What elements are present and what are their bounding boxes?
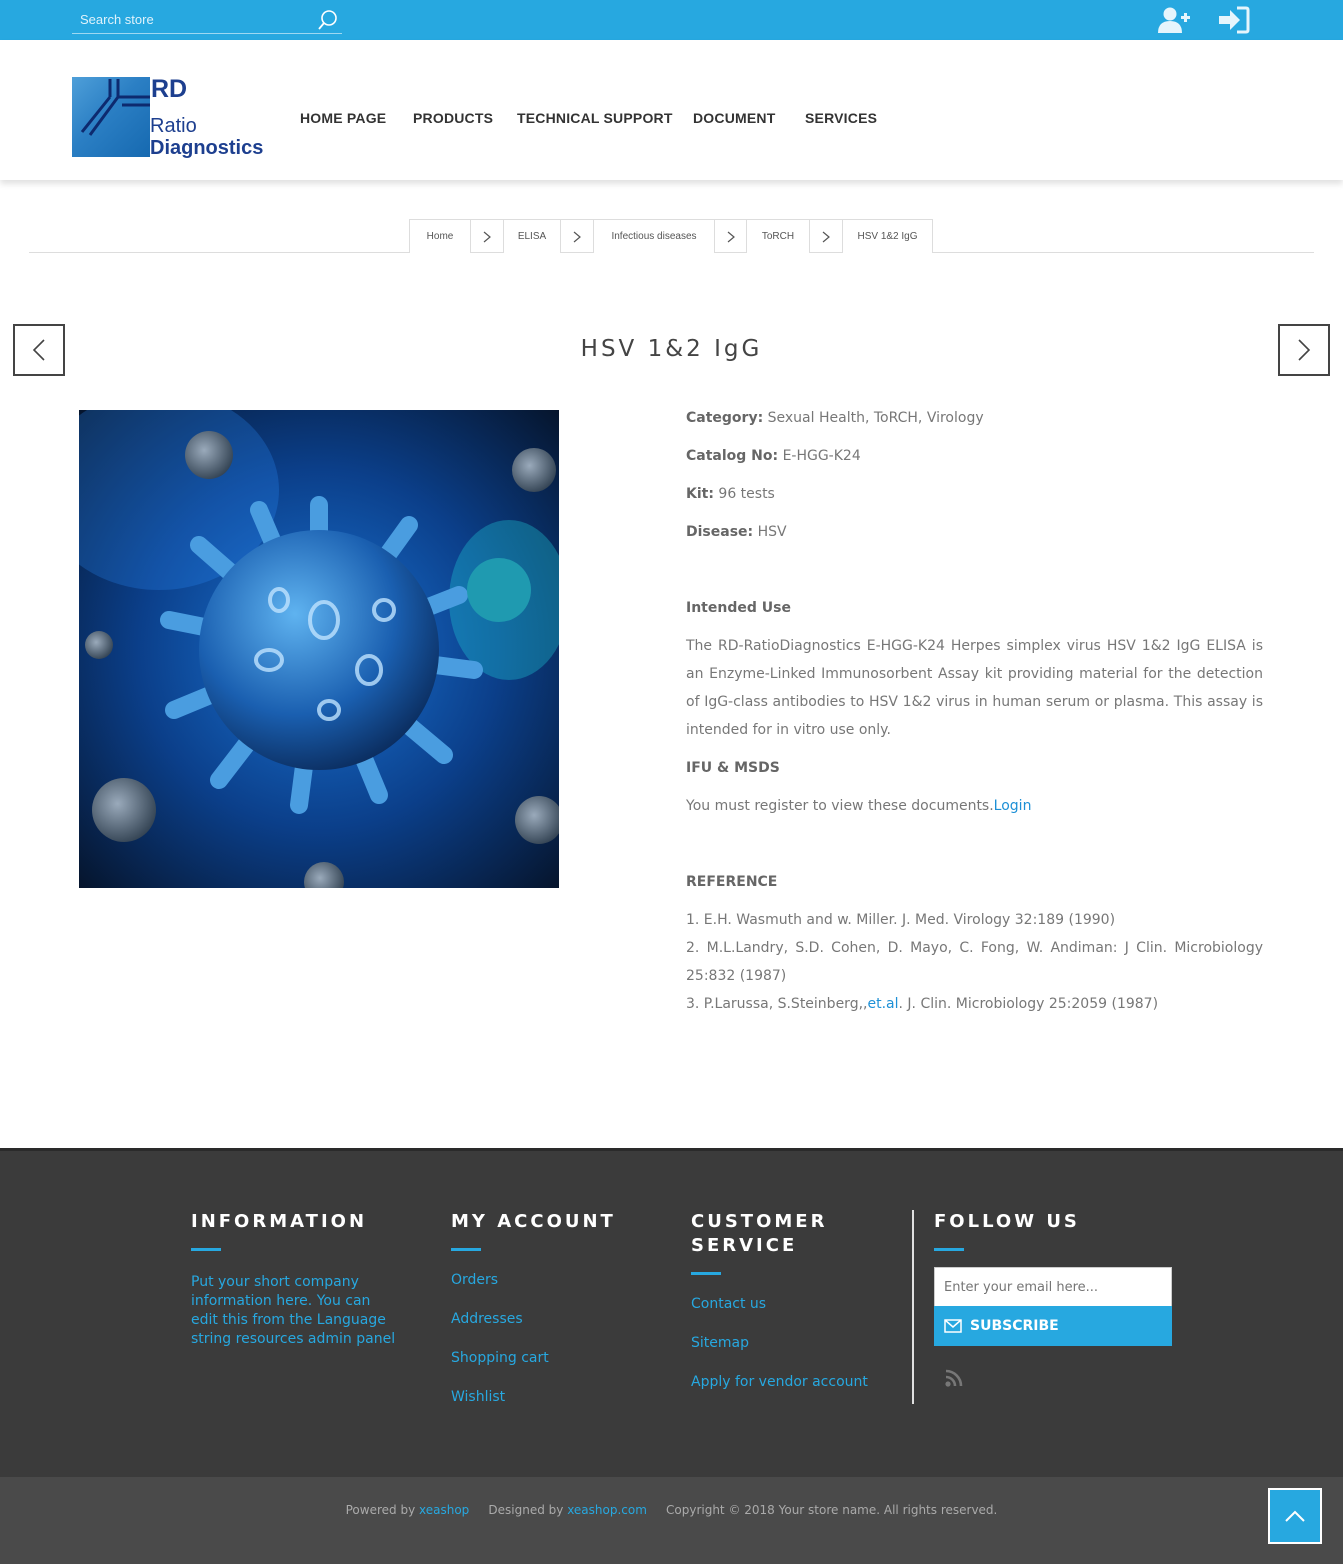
breadcrumb-torch[interactable]: ToRCH [746, 219, 810, 253]
kit-label: Kit: [686, 486, 714, 502]
newsletter-email-input[interactable] [935, 1268, 1171, 1306]
nav-document[interactable]: DOCUMENT [693, 110, 775, 126]
reference-1: 1. E.H. Wasmuth and w. Miller. J. Med. V… [686, 912, 1116, 928]
chevron-up-icon [1285, 1510, 1305, 1522]
link-apply-vendor[interactable]: Apply for vendor account [691, 1374, 891, 1413]
disease-row: Disease: HSV [686, 524, 787, 540]
search-icon[interactable] [316, 8, 340, 32]
footer-information: INFORMATION Put your short company infor… [191, 1210, 401, 1349]
footer-customer-service: CUSTOMER SERVICE Contact us Sitemap Appl… [691, 1210, 891, 1413]
reference-3-text-end: . J. Clin. Microbiology 25:2059 (1987) [898, 996, 1159, 1012]
search-box [72, 6, 342, 34]
nav-technical-support[interactable]: TECHNICAL SUPPORT [517, 110, 673, 126]
designed-by-link[interactable]: xeashop.com [567, 1503, 647, 1517]
heading-underline [191, 1248, 221, 1251]
reference-3-text: 3. P.Larussa, S.Steinberg,, [686, 996, 868, 1012]
reference-heading: REFERENCE [686, 874, 778, 890]
footer-divider [912, 1210, 914, 1404]
breadcrumb-home[interactable]: Home [409, 219, 471, 253]
ifu-msds-heading: IFU & MSDS [686, 760, 780, 776]
product-image[interactable] [79, 410, 559, 888]
powered-by-text: Powered by [345, 1503, 416, 1517]
nav-home-page[interactable]: HOME PAGE [300, 110, 386, 126]
back-to-top-button[interactable] [1268, 1488, 1322, 1544]
category-label: Category: [686, 410, 764, 426]
footer-heading-my-account: MY ACCOUNT [451, 1211, 616, 1232]
footer-heading-follow-us: FOLLOW US [934, 1211, 1080, 1232]
chevron-right-icon [810, 219, 842, 253]
breadcrumb-elisa[interactable]: ELISA [503, 219, 561, 253]
powered-by-link[interactable]: xeashop [419, 1503, 469, 1517]
chevron-right-icon [471, 219, 503, 253]
footer-my-account: MY ACCOUNT Orders Addresses Shopping car… [451, 1210, 651, 1428]
link-addresses[interactable]: Addresses [451, 1311, 651, 1350]
logo-text-rd: RD [151, 75, 188, 103]
intended-use-text: The RD-RatioDiagnostics E-HGG-K24 Herpes… [686, 638, 1263, 738]
site-header: RD Ratio Diagnostics HOME PAGE PRODUCTS … [0, 40, 1343, 180]
envelope-icon [944, 1319, 962, 1333]
search-input[interactable] [72, 6, 302, 33]
catalog-value: E-HGG-K24 [782, 448, 861, 464]
catalog-label: Catalog No: [686, 448, 779, 464]
category-value: Sexual Health, ToRCH, Virology [767, 410, 984, 426]
logo-text-ratio: Ratio [150, 115, 197, 137]
nav-services[interactable]: SERVICES [805, 110, 877, 126]
newsletter-email-box [934, 1267, 1172, 1307]
designed-by-text: Designed by [488, 1503, 564, 1517]
category-row: Category: Sexual Health, ToRCH, Virology [686, 410, 984, 426]
et-al-link[interactable]: et.al [867, 996, 898, 1012]
login-link[interactable]: Login [994, 798, 1032, 814]
reference-3: 3. P.Larussa, S.Steinberg,,et.al. J. Cli… [686, 990, 1263, 1018]
link-wishlist[interactable]: Wishlist [451, 1389, 651, 1428]
kit-value: 96 tests [718, 486, 775, 502]
register-text: You must register to view these document… [686, 798, 994, 814]
reference-2: 2. M.L.Landry, S.D. Cohen, D. Mayo, C. F… [686, 940, 1263, 984]
company-info-text: Put your short company information here.… [191, 1274, 396, 1347]
breadcrumb-current: HSV 1&2 IgG [842, 219, 933, 253]
subscribe-label: SUBSCRIBE [970, 1318, 1059, 1334]
footer-follow-us: FOLLOW US [934, 1210, 1172, 1251]
nav-products[interactable]: PRODUCTS [413, 110, 493, 126]
footer-bottom-bar [0, 1477, 1343, 1564]
link-sitemap[interactable]: Sitemap [691, 1335, 891, 1374]
heading-underline [451, 1248, 481, 1251]
product-title: HSV 1&2 IgG [580, 336, 763, 362]
copyright-line: Powered by xeashop Designed by xeashop.c… [0, 1503, 1343, 1517]
footer-heading-customer-service: CUSTOMER SERVICE [691, 1211, 828, 1256]
link-contact-us[interactable]: Contact us [691, 1296, 891, 1335]
catalog-row: Catalog No: E-HGG-K24 [686, 448, 861, 464]
register-notice: You must register to view these document… [686, 798, 1031, 814]
chevron-right-icon [715, 219, 747, 253]
logo-mark [72, 77, 150, 157]
logo-text-diagnostics: Diagnostics [150, 137, 264, 159]
chevron-right-icon [561, 219, 593, 253]
disease-value: HSV [757, 524, 787, 540]
heading-underline [691, 1272, 721, 1275]
top-bar [0, 0, 1343, 40]
breadcrumb-infectious-diseases[interactable]: Infectious diseases [593, 219, 715, 253]
intended-use-heading: Intended Use [686, 600, 791, 616]
link-orders[interactable]: Orders [451, 1272, 651, 1311]
rss-icon[interactable] [944, 1368, 966, 1388]
register-icon[interactable] [1157, 5, 1191, 35]
copyright-text: Copyright © 2018 Your store name. All ri… [666, 1503, 998, 1517]
company-logo[interactable]: RD Ratio Diagnostics [72, 75, 272, 159]
link-shopping-cart[interactable]: Shopping cart [451, 1350, 651, 1389]
subscribe-button[interactable]: SUBSCRIBE [934, 1306, 1172, 1346]
login-icon[interactable] [1217, 5, 1251, 35]
footer-heading-information: INFORMATION [191, 1211, 368, 1232]
heading-underline [934, 1248, 964, 1251]
disease-label: Disease: [686, 524, 754, 540]
kit-row: Kit: 96 tests [686, 486, 775, 502]
